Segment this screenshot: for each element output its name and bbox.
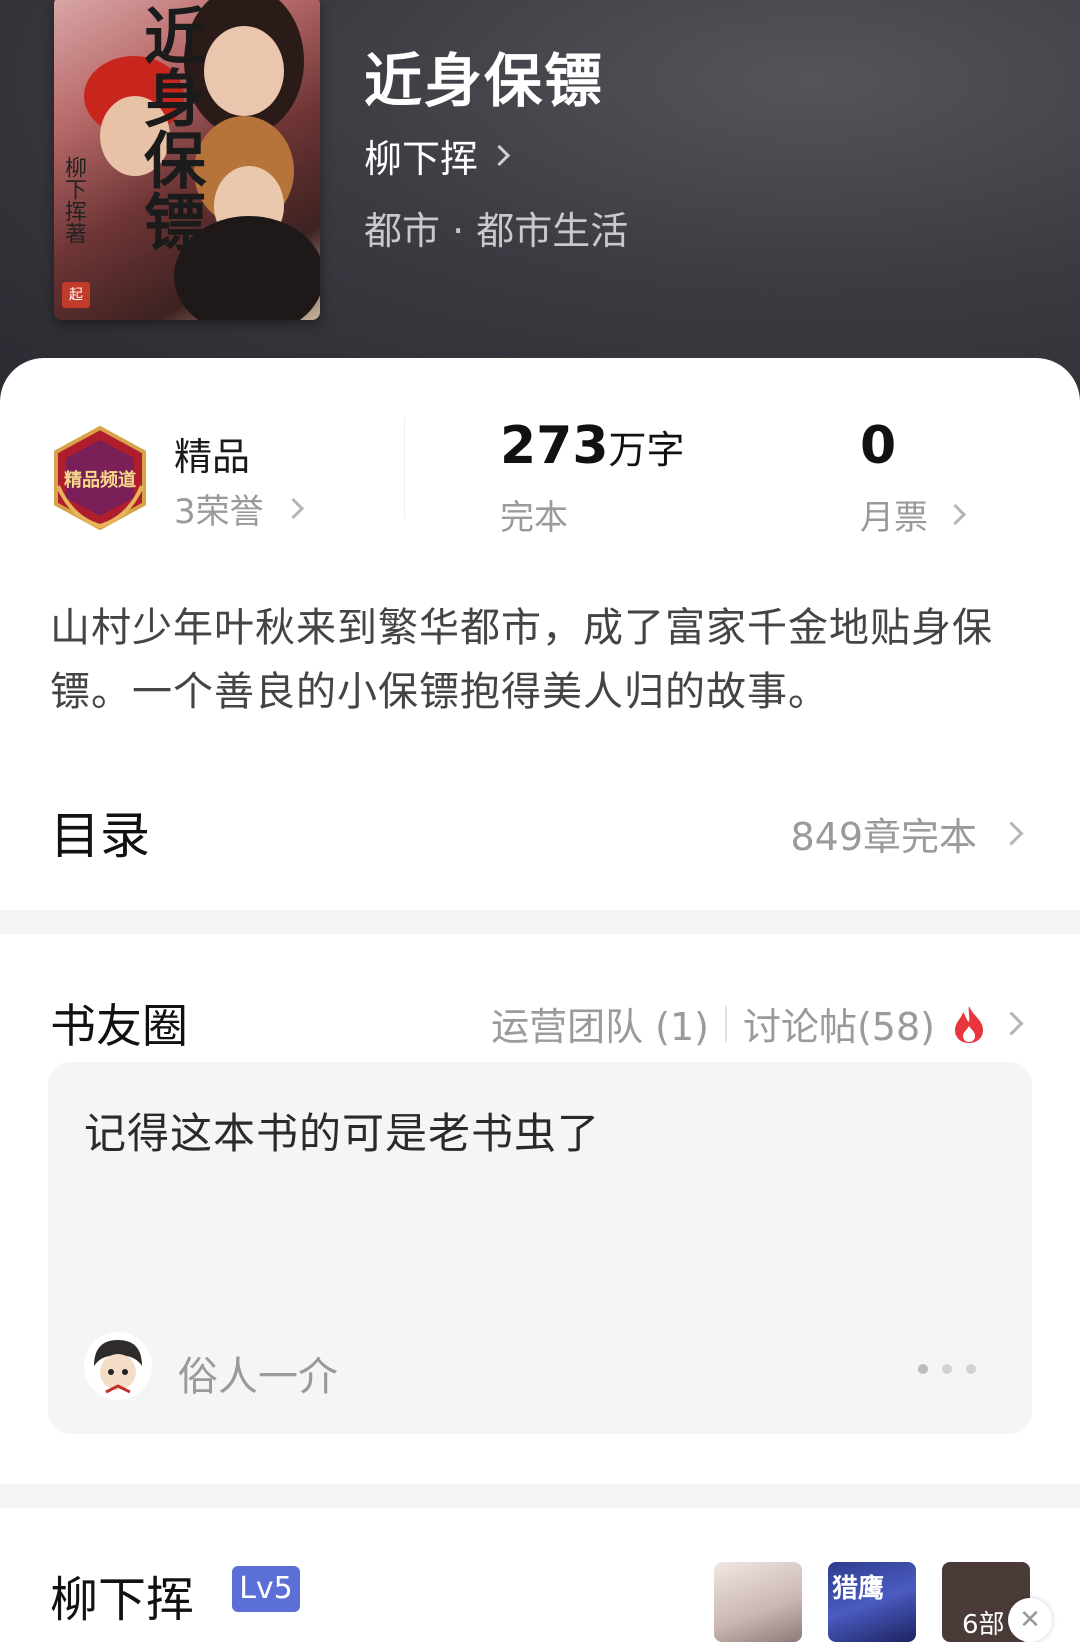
author-link[interactable]: 柳下挥 [364, 128, 511, 183]
monthly-votes-link[interactable]: 月票 [860, 490, 967, 539]
premium-channel-badge-icon[interactable]: 精品频道 [52, 426, 148, 530]
author-level-badge: Lv5 [232, 1566, 300, 1612]
word-count-value: 273 [500, 416, 609, 476]
close-icon[interactable]: ✕ [1008, 1598, 1052, 1642]
word-count: 273万字 [500, 416, 685, 476]
post-text: 记得这本书的可是老书虫了 [84, 1109, 601, 1158]
monthly-votes-label: 月票 [860, 498, 928, 538]
chapter-count: 849章完本 [790, 815, 977, 859]
book-title: 近身保镖 [364, 47, 605, 115]
thumb-title: 猎鹰 [832, 1574, 885, 1604]
book-circle-meta[interactable]: 运营团队 (1) 讨论帖(58) [491, 996, 1024, 1051]
chevron-right-icon [999, 1011, 1024, 1036]
author-name-label: 柳下挥 [364, 137, 479, 181]
ops-team-link[interactable]: 运营团队 (1) [491, 996, 709, 1051]
chevron-right-icon [999, 821, 1024, 846]
toc-title[interactable]: 目录 [50, 796, 150, 868]
meta-separator [724, 1005, 727, 1042]
pagination-dot [966, 1364, 976, 1374]
fire-icon [955, 1005, 983, 1043]
pagination-dots [918, 1364, 976, 1374]
post-username[interactable]: 俗人一介 [178, 1344, 338, 1402]
pagination-dot [918, 1364, 928, 1374]
channel-label: 精品 [174, 435, 251, 479]
book-cover[interactable]: 近身保镖 柳下挥著 起 [54, 0, 320, 320]
completion-status: 完本 [500, 498, 568, 538]
book-genre[interactable]: 都市 · 都市生活 [364, 200, 628, 255]
cover-title: 近身保镖 [133, 4, 206, 252]
stat-divider [404, 418, 405, 518]
chevron-right-icon [282, 497, 304, 520]
honors-label: 3荣誉 [174, 492, 264, 532]
pagination-dot [942, 1364, 952, 1374]
honors-link[interactable]: 3荣誉 [174, 484, 304, 533]
book-circle-title[interactable]: 书友圈 [50, 990, 188, 1056]
cover-seal: 起 [62, 282, 90, 308]
synopsis[interactable]: 山村少年叶秋来到繁华都市，成了富家千金地贴身保镖。一个善良的小保镖抱得美人归的故… [50, 596, 1030, 724]
cover-author: 柳下挥著 [61, 156, 86, 244]
word-count-unit: 万字 [608, 428, 685, 472]
badge-text: 精品频道 [64, 469, 136, 491]
toc-link[interactable]: 849章完本 [790, 806, 1024, 861]
chevron-right-icon [944, 503, 967, 526]
monthly-votes-value: 0 [860, 416, 897, 476]
section-divider [0, 1484, 1080, 1508]
user-avatar[interactable] [84, 1332, 152, 1400]
chevron-right-icon [488, 144, 511, 167]
section-divider [0, 910, 1080, 934]
post-card[interactable]: 记得这本书的可是老书虫了 俗人一介 [48, 1062, 1032, 1434]
author-book-thumb[interactable] [714, 1562, 802, 1642]
author-book-thumb[interactable]: 猎鹰 [828, 1562, 916, 1642]
cover-figure [204, 26, 284, 116]
more-books-label: 6部 [962, 1610, 1005, 1640]
discussions-link[interactable]: 讨论帖(58) [743, 996, 935, 1051]
